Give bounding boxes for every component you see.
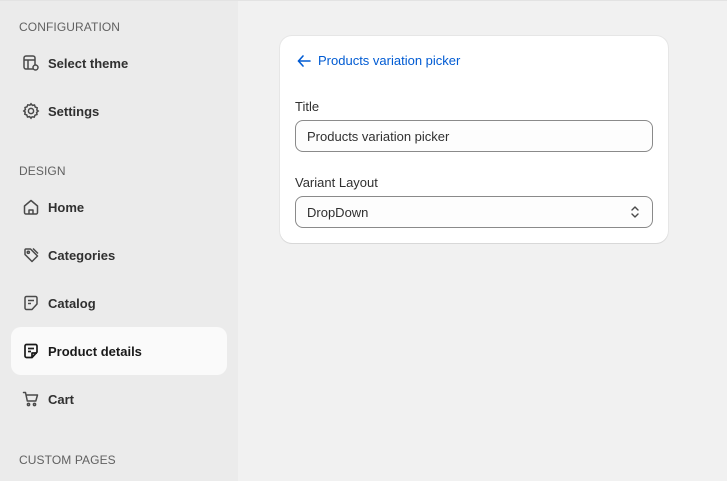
sidebar-item-label: Categories xyxy=(48,247,116,263)
theme-icon xyxy=(22,54,40,72)
cart-icon xyxy=(22,390,40,408)
sidebar-item-label: Select theme xyxy=(48,55,129,71)
settings-card: Products variation picker Title Variant … xyxy=(280,36,668,243)
back-link[interactable]: Products variation picker xyxy=(297,53,460,68)
variant-layout-value: DropDown xyxy=(307,204,369,220)
select-chevron-icon xyxy=(629,204,641,220)
section-header-custom-pages: CUSTOM PAGES xyxy=(19,453,116,467)
sidebar-item-label: Cart xyxy=(48,391,75,407)
sidebar-item-categories[interactable]: Categories xyxy=(11,231,227,279)
variant-layout-label: Variant Layout xyxy=(295,175,378,190)
gear-icon xyxy=(22,102,40,120)
title-input[interactable] xyxy=(295,120,653,152)
sidebar-item-select-theme[interactable]: Select theme xyxy=(11,39,227,87)
sidebar-item-label: Settings xyxy=(48,103,100,119)
product-details-icon xyxy=(22,342,40,360)
sidebar-item-catalog[interactable]: Catalog xyxy=(11,279,227,327)
sidebar-item-cart[interactable]: Cart xyxy=(11,375,227,423)
sidebar-item-label: Product details xyxy=(48,343,142,359)
sidebar-item-product-details[interactable]: Product details xyxy=(11,327,227,375)
sidebar-item-label: Home xyxy=(48,199,85,215)
section-header-design: DESIGN xyxy=(19,164,66,178)
sidebar-item-label: Catalog xyxy=(48,295,96,311)
home-icon xyxy=(22,198,40,216)
variant-layout-select[interactable]: DropDown xyxy=(295,196,653,228)
arrow-left-icon xyxy=(297,54,311,67)
tag-icon xyxy=(22,246,40,264)
sidebar: CONFIGURATION Select theme Settings DESI… xyxy=(0,1,238,481)
sidebar-item-home[interactable]: Home xyxy=(11,183,227,231)
catalog-icon xyxy=(22,294,40,312)
section-header-configuration: CONFIGURATION xyxy=(19,20,121,34)
title-label: Title xyxy=(295,99,320,114)
sidebar-item-settings[interactable]: Settings xyxy=(11,87,227,135)
back-link-label: Products variation picker xyxy=(318,53,461,68)
